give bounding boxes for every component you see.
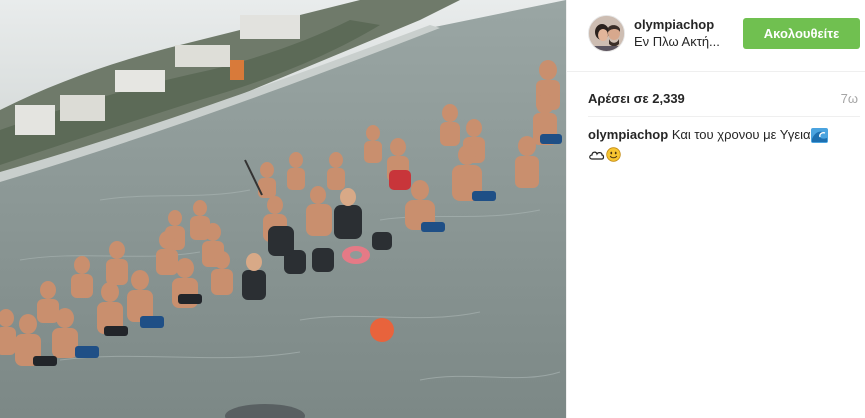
post-author-username[interactable]: olympiachop [634,17,714,32]
caption: olympiachop Και του χρονου με Υγεια [588,126,860,163]
post-details-panel: olympiachop Εν Πλω Ακτή... Ακολουθείτε Α… [566,0,865,418]
likes-row: Αρέσει σε 2,339 7ω [567,72,865,120]
cloud-emoji-icon [588,147,605,162]
post-photo[interactable] [0,0,566,418]
caption-emoji-line [588,145,860,163]
likes-count[interactable]: Αρέσει σε 2,339 [588,91,685,106]
caption-username[interactable]: olympiachop [588,127,668,142]
beach-group-photo [0,0,566,418]
following-button[interactable]: Ακολουθείτε [743,18,860,49]
avatar-image [589,16,624,51]
smiley-emoji-icon [605,147,622,162]
avatar[interactable] [588,15,625,52]
post-location[interactable]: Εν Πλω Ακτή... [634,34,720,49]
caption-text: Και του χρονου με Υγεια [671,127,811,142]
post-timestamp[interactable]: 7ω [841,91,858,106]
divider [588,116,860,117]
post-header: olympiachop Εν Πλω Ακτή... Ακολουθείτε [567,0,865,72]
instagram-post-modal: olympiachop Εν Πλω Ακτή... Ακολουθείτε Α… [0,0,865,418]
wave-emoji-icon [810,128,828,144]
